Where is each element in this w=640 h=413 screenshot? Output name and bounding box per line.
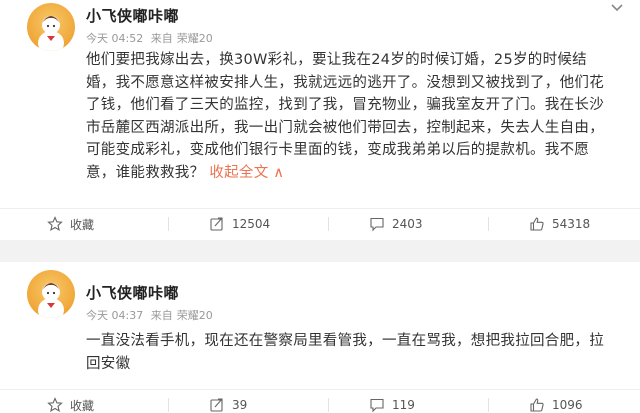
divider <box>488 217 489 231</box>
weibo-post-1: 小飞侠嘟咔嘟 今天 04:52 来自 荣耀20 他们要把我嫁出去，换30W彩礼，要… <box>0 0 640 240</box>
collapse-full-text-link[interactable]: 收起全文 ∧ <box>209 165 284 181</box>
favorite-label: 收藏 <box>70 398 95 413</box>
repost-icon <box>210 398 223 412</box>
like-button[interactable]: 54318 <box>529 209 590 239</box>
source-prefix: 来自 <box>150 309 173 322</box>
device-source[interactable]: 荣耀20 <box>177 309 213 322</box>
favorite-button[interactable]: 收藏 <box>47 209 94 239</box>
thumbs-up-icon <box>530 217 544 231</box>
avatar-figure-icon <box>38 16 64 51</box>
repost-button[interactable]: 39 <box>209 390 247 413</box>
like-count: 54318 <box>552 217 591 231</box>
favorite-label: 收藏 <box>70 217 95 232</box>
favorite-button[interactable]: 收藏 <box>47 390 94 413</box>
post-text: 他们要把我嫁出去，换30W彩礼，要让我在24岁的时候订婚，25岁的时候结婚，我不… <box>86 49 616 184</box>
repost-count: 12504 <box>232 217 271 231</box>
post-meta: 今天 04:37 来自 荣耀20 <box>86 307 217 323</box>
divider <box>328 398 329 412</box>
comment-icon <box>370 217 384 232</box>
comment-count: 119 <box>392 398 415 412</box>
divider <box>168 217 169 231</box>
post-time: 今天 04:52 <box>86 32 144 45</box>
username[interactable]: 小飞侠嘟咔嘟 <box>86 282 179 303</box>
repost-button[interactable]: 12504 <box>209 209 270 239</box>
weibo-post-2: 小飞侠嘟咔嘟 今天 04:37 来自 荣耀20 一直没法看手机，现在还在警察局里看… <box>0 262 640 413</box>
like-button[interactable]: 1096 <box>529 390 583 413</box>
divider <box>328 217 329 231</box>
comment-icon <box>370 398 384 413</box>
star-icon <box>47 397 63 413</box>
comment-button[interactable]: 2403 <box>369 209 423 239</box>
avatar-figure-icon <box>38 283 64 318</box>
comment-count: 2403 <box>392 217 423 231</box>
username[interactable]: 小飞侠嘟咔嘟 <box>86 5 179 26</box>
like-count: 1096 <box>552 398 583 412</box>
repost-icon <box>210 217 223 231</box>
avatar[interactable] <box>27 3 75 51</box>
post-text-content: 他们要把我嫁出去，换30W彩礼，要让我在24岁的时候订婚，25岁的时候结婚，我不… <box>86 52 604 181</box>
post-text-content: 一直没法看手机，现在还在警察局里看管我，一直在骂我，想把我拉回合肥，拉回安徽 <box>86 333 604 372</box>
avatar[interactable] <box>27 270 75 318</box>
star-icon <box>47 216 63 232</box>
comment-button[interactable]: 119 <box>369 390 415 413</box>
divider <box>168 398 169 412</box>
divider <box>488 398 489 412</box>
thumbs-up-icon <box>530 398 544 412</box>
post-time: 今天 04:37 <box>86 309 144 322</box>
device-source[interactable]: 荣耀20 <box>177 32 213 45</box>
action-bar: 收藏 39 119 1096 <box>0 389 640 413</box>
post-meta: 今天 04:52 来自 荣耀20 <box>86 30 217 46</box>
post-text: 一直没法看手机，现在还在警察局里看管我，一直在骂我，想把我拉回合肥，拉回安徽 <box>86 330 616 375</box>
repost-count: 39 <box>232 398 248 412</box>
source-prefix: 来自 <box>150 32 173 45</box>
action-bar: 收藏 12504 2403 54318 <box>0 208 640 238</box>
chevron-down-icon[interactable] <box>610 0 624 19</box>
post-divider-gap <box>0 240 640 262</box>
